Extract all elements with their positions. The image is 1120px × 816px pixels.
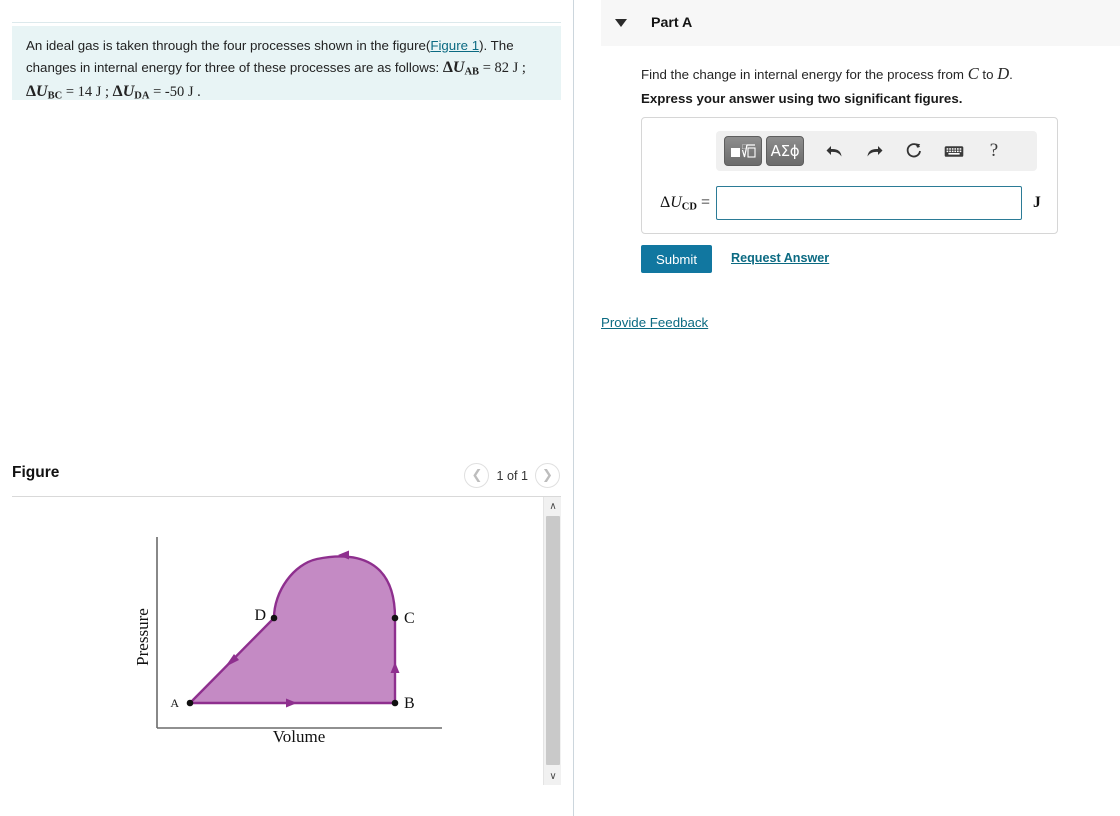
scroll-up-button[interactable]: ∧ (544, 497, 561, 515)
prompt-text-pre: Find the change in internal energy for t… (641, 67, 968, 82)
figure-page-label: 1 of 1 (496, 468, 528, 483)
reset-circular-glyph (906, 143, 921, 158)
redo-icon[interactable] (856, 136, 892, 166)
part-a-prompt: Find the change in internal energy for t… (641, 64, 1071, 84)
math-template-button[interactable]: □ (724, 136, 762, 166)
greek-symbols-button[interactable]: ΑΣϕ (766, 136, 804, 166)
answer-input[interactable] (716, 186, 1022, 220)
scroll-down-button[interactable]: ∨ (544, 767, 561, 785)
delta-u-bc-value: = 14 J ; (62, 83, 113, 100)
question-text-part1: An ideal gas is taken through the four p… (26, 38, 431, 53)
point-b-label: B (404, 695, 415, 712)
template-math-icon: □ (731, 143, 756, 158)
prompt-text-mid: to (978, 67, 998, 82)
answer-row: ΔUCD = J (642, 186, 1057, 220)
delta-u-da-value: = -50 J . (149, 83, 201, 100)
request-answer-link[interactable]: Request Answer (731, 251, 829, 265)
figure-scrollbar[interactable]: ∧ ∨ (543, 497, 561, 785)
next-figure-button[interactable]: ❯ (535, 463, 560, 488)
delta-u-ab-value: = 82 J ; (479, 59, 526, 76)
figure-pager: ❮ 1 of 1 ❯ (464, 463, 560, 488)
math-toolbar: □ ΑΣϕ ? (716, 131, 1037, 171)
top-divider (12, 22, 561, 23)
y-axis-label: Pressure (133, 608, 152, 666)
point-c-symbol: C (967, 64, 979, 83)
answer-label: ΔUCD = (642, 194, 716, 213)
delta-u-bc-symbol: ΔUBC (26, 82, 63, 102)
pv-cycle-fill (190, 556, 395, 703)
point-c-marker (391, 614, 399, 622)
answer-entry-box: □ ΑΣϕ ? ΔUCD = J (641, 117, 1058, 234)
figure-viewport: A B C D Pressure Volume ∧ ∨ (12, 497, 561, 785)
point-b-marker (391, 699, 399, 707)
question-statement-box: An ideal gas is taken through the four p… (12, 26, 561, 101)
point-d-symbol: D (997, 64, 1010, 83)
point-a-label: A (170, 696, 179, 710)
pv-diagram: A B C D Pressure Volume (133, 537, 442, 746)
point-d-label: D (254, 607, 266, 624)
part-a-header[interactable]: Part A (601, 0, 1120, 46)
submit-button[interactable]: Submit (641, 245, 712, 273)
prev-figure-button[interactable]: ❮ (464, 463, 490, 488)
question-text: An ideal gas is taken through the four p… (26, 36, 547, 104)
redo-arrow-glyph (867, 146, 882, 157)
delta-u-da-subscript: DA (134, 90, 150, 102)
reset-icon[interactable] (896, 136, 932, 166)
caret-down-icon[interactable] (615, 19, 627, 27)
figure-title: Figure (12, 464, 60, 481)
answer-subscript: CD (681, 201, 697, 213)
part-a-title: Part A (651, 15, 693, 31)
delta-u-ab-symbol: ΔUAB (442, 58, 480, 78)
figure-1-link[interactable]: Figure 1 (430, 38, 479, 53)
keyboard-icon[interactable] (936, 136, 972, 166)
answer-unit: J (1033, 194, 1041, 211)
undo-arrow-glyph (826, 146, 841, 157)
significant-figures-note: Express your answer using two significan… (641, 91, 963, 106)
delta-u-da-symbol: ΔUDA (112, 82, 150, 102)
scrollbar-thumb[interactable] (546, 516, 560, 765)
point-d-marker (270, 614, 278, 622)
keyboard-glyph (944, 145, 964, 157)
answer-delta-symbol: ΔU (659, 193, 682, 211)
help-icon[interactable]: ? (976, 136, 1012, 166)
answer-equals: = (696, 193, 710, 211)
delta-u-ab-subscript: AB (464, 66, 480, 78)
prompt-text-post: . (1009, 67, 1013, 82)
undo-icon[interactable] (816, 136, 852, 166)
point-a-marker (186, 699, 194, 707)
figure-header: Figure ❮ 1 of 1 ❯ (12, 462, 561, 492)
provide-feedback-link[interactable]: Provide Feedback (601, 315, 708, 330)
left-panel: An ideal gas is taken through the four p… (0, 0, 574, 816)
page-root: An ideal gas is taken through the four p… (0, 0, 1120, 816)
delta-u-bc-subscript: BC (47, 90, 63, 102)
point-c-label: C (404, 610, 415, 627)
x-axis-label: Volume (273, 727, 326, 746)
